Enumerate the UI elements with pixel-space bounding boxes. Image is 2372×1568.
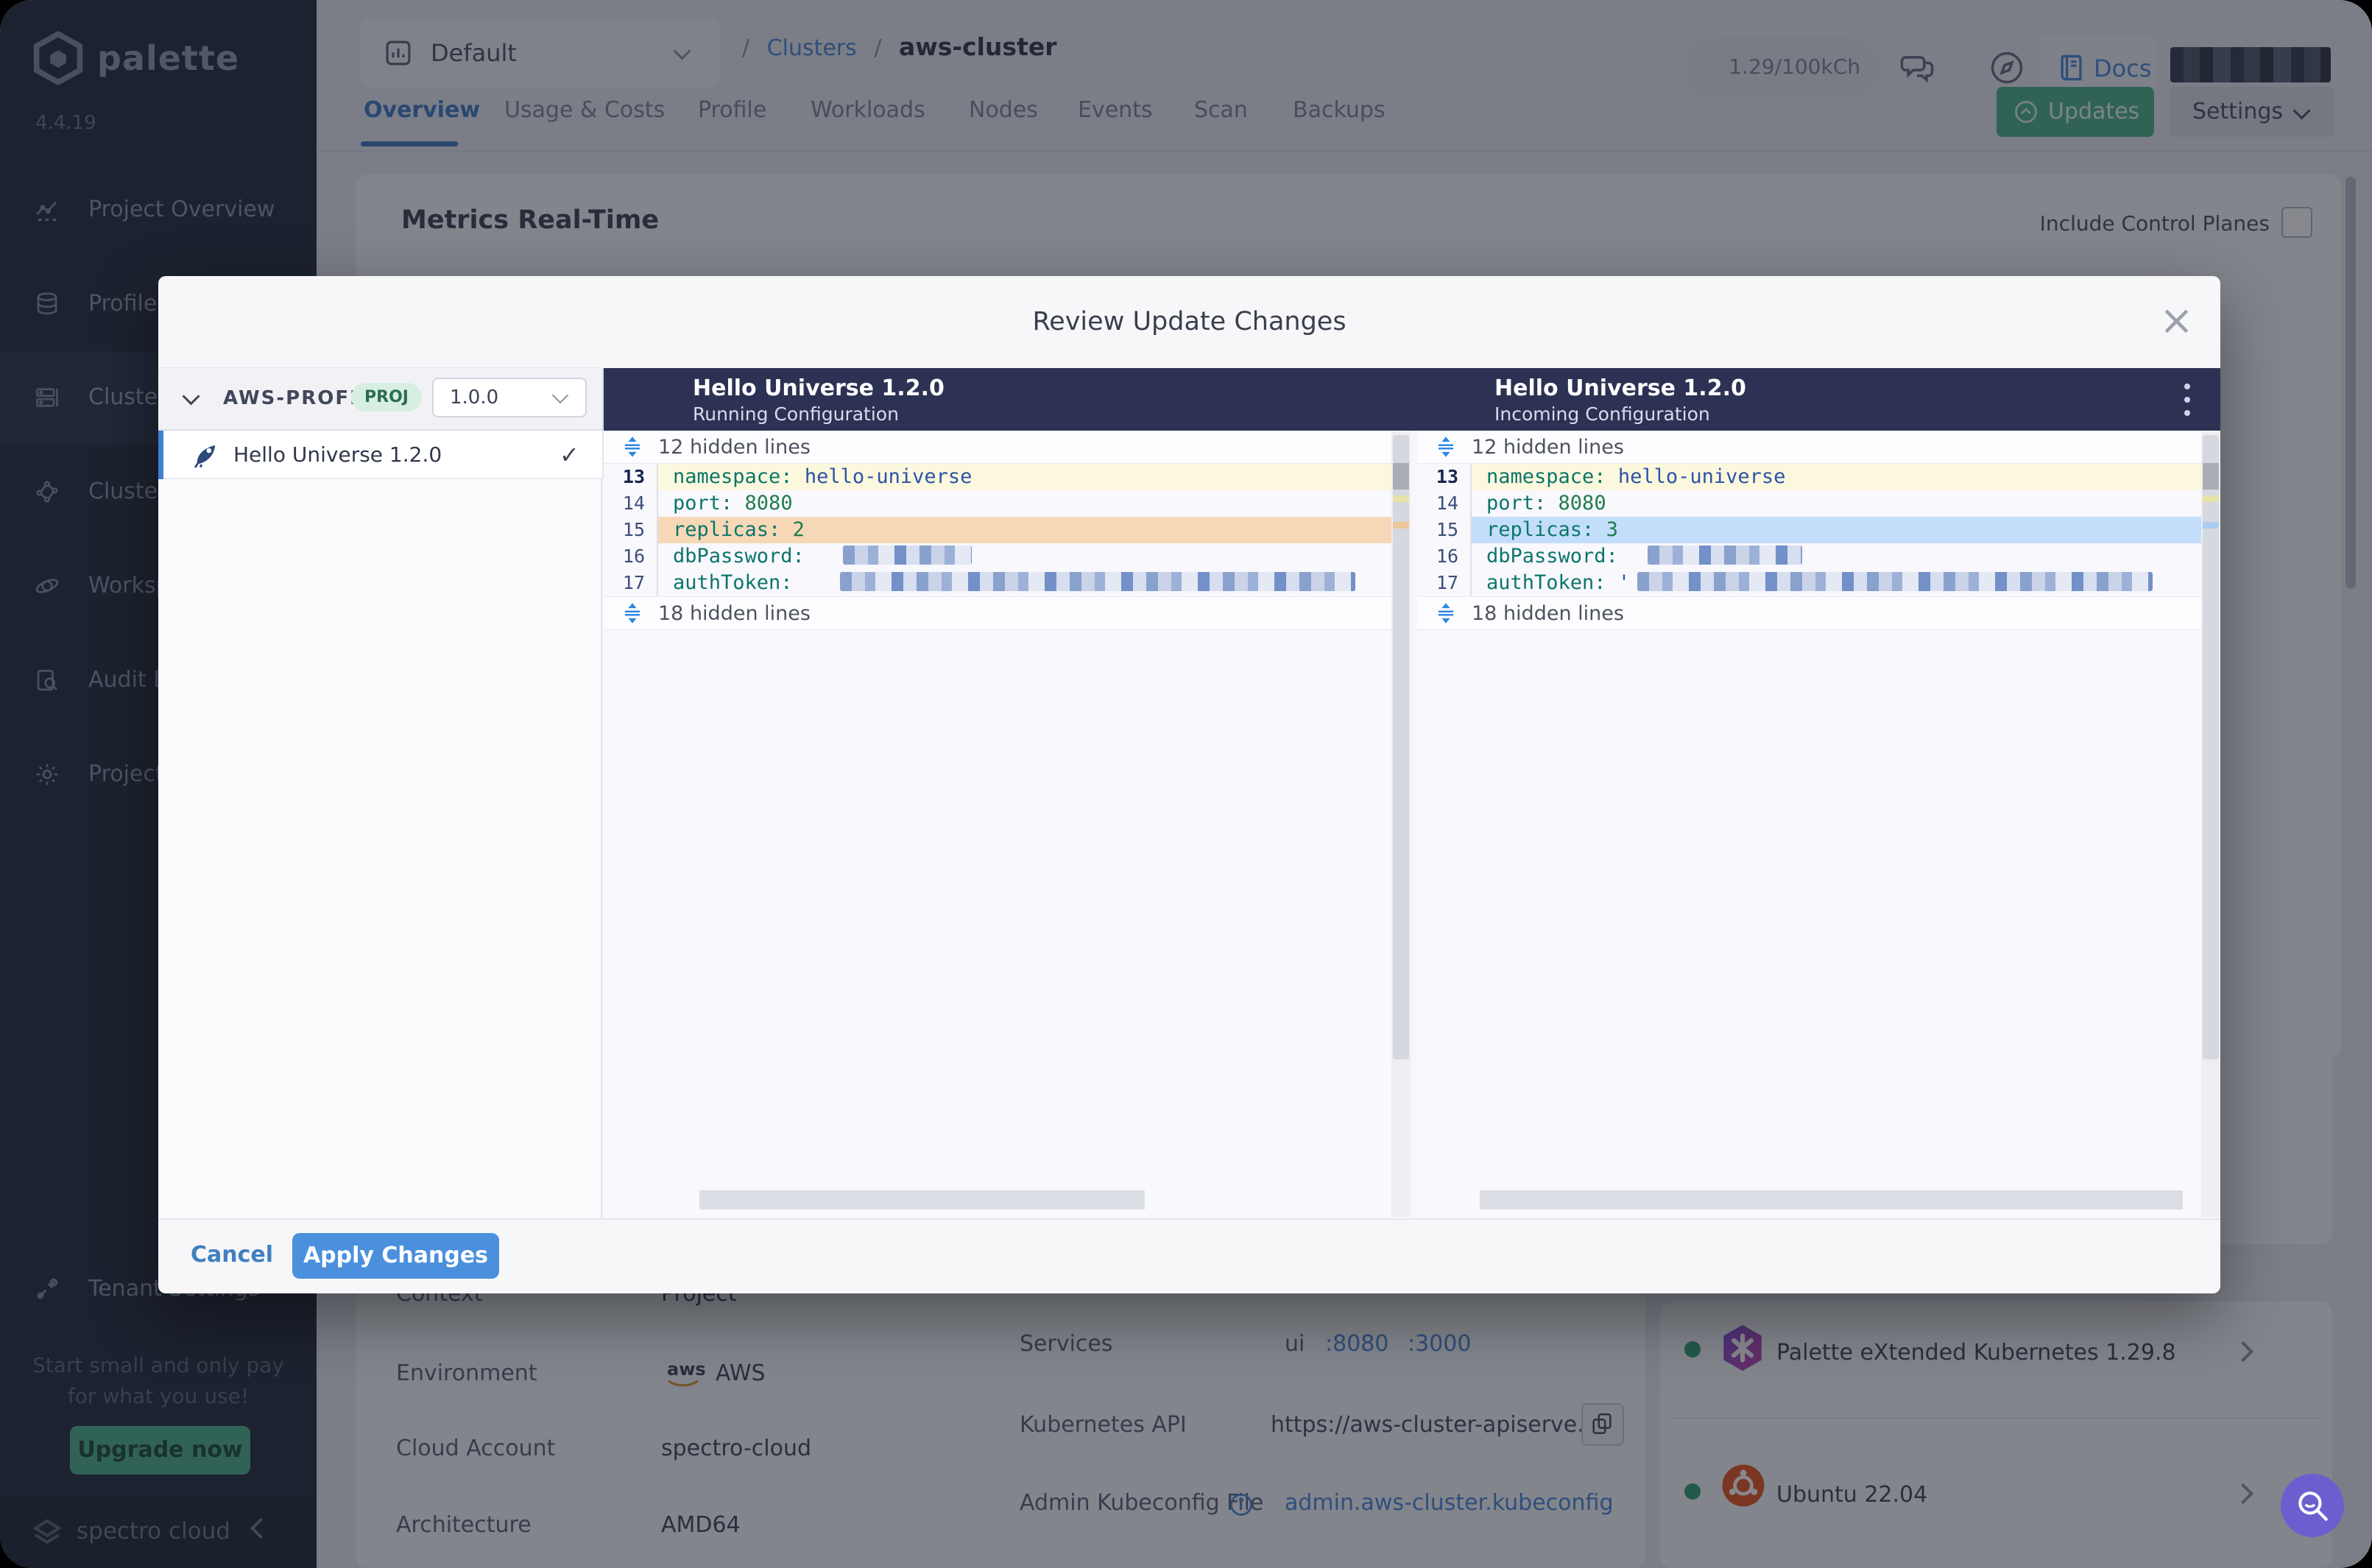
running-panel-title: Hello Universe 1.2.0 (693, 375, 945, 401)
profile-version-select[interactable]: 1.0.0 (432, 378, 587, 417)
code-line-changed: 15 replicas: 3 (1417, 517, 2220, 543)
review-update-changes-modal: Review Update Changes × AWS-PROFILE PROJ… (158, 276, 2220, 1293)
vertical-scrollbar[interactable] (2201, 432, 2220, 1217)
horizontal-scrollbar[interactable] (699, 1190, 1145, 1209)
hidden-lines-top[interactable]: 12 hidden lines (604, 431, 1411, 464)
app-window: palette 4.4.19 Project Overview Profiles… (0, 0, 2372, 1568)
collapse-profile-icon[interactable] (182, 387, 200, 406)
profile-layer-label: Hello Universe 1.2.0 (233, 442, 442, 467)
code-line: 17 authToken: ' (1417, 570, 2220, 596)
redacted-secret (1648, 545, 1803, 565)
check-icon: ✓ (560, 441, 579, 469)
profile-panel-body (158, 479, 602, 1218)
selected-indicator (158, 431, 163, 479)
running-panel-subtitle: Running Configuration (693, 403, 899, 425)
hidden-lines-bottom[interactable]: 18 hidden lines (1417, 596, 2220, 630)
modal-footer: Cancel Apply Changes (158, 1218, 2220, 1293)
screen: palette 4.4.19 Project Overview Profiles… (0, 0, 2372, 1568)
code-line: 16 dbPassword: (1417, 543, 2220, 570)
hidden-lines-top[interactable]: 12 hidden lines (1417, 431, 2220, 464)
rocket-icon (191, 439, 222, 470)
profile-panel-header: AWS-PROFILE PROJ 1.0.0 (158, 368, 604, 431)
code-line-changed: 15 replicas: 2 (604, 517, 1411, 543)
running-config-panel: 12 hidden lines 13 namespace: hello-unive… (604, 431, 1411, 1218)
unfold-icon (1435, 436, 1457, 458)
code-line: 17 authToken: (604, 570, 1411, 596)
code-line: 13 namespace: hello-universe (604, 464, 1411, 490)
search-icon (2298, 1491, 2328, 1521)
diff-headers: Hello Universe 1.2.0 Running Configurati… (604, 368, 2220, 431)
unfold-icon (1435, 602, 1457, 624)
unfold-icon (621, 436, 643, 458)
code-line: 13 namespace: hello-universe (1417, 464, 2220, 490)
incoming-panel-title: Hello Universe 1.2.0 (1494, 375, 1746, 401)
close-icon[interactable]: × (2159, 297, 2194, 345)
code-line: 14 port: 8080 (604, 490, 1411, 517)
redacted-secret (843, 545, 973, 565)
code-line: 16 dbPassword: (604, 543, 1411, 570)
chevron-down-icon (551, 386, 569, 404)
incoming-config-panel: 12 hidden lines 13 namespace: hello-unive… (1417, 431, 2220, 1218)
apply-changes-button[interactable]: Apply Changes (292, 1233, 499, 1279)
profile-layer-item[interactable]: Hello Universe 1.2.0 ✓ (158, 431, 604, 479)
kebab-menu-icon[interactable] (2184, 381, 2191, 418)
modal-title: Review Update Changes (1032, 307, 1346, 336)
redacted-secret (1637, 572, 2153, 591)
redacted-secret (839, 572, 1355, 591)
profile-version-value: 1.0.0 (450, 386, 499, 409)
cancel-button[interactable]: Cancel (188, 1242, 276, 1268)
incoming-panel-subtitle: Incoming Configuration (1494, 403, 1710, 425)
code-line: 14 port: 8080 (1417, 490, 2220, 517)
horizontal-scrollbar[interactable] (1480, 1190, 2183, 1209)
search-assistant-fab[interactable] (2281, 1474, 2344, 1537)
hidden-lines-bottom[interactable]: 18 hidden lines (604, 596, 1411, 630)
profile-scope-badge: PROJ (351, 383, 422, 412)
vertical-scrollbar[interactable] (1391, 432, 1411, 1217)
unfold-icon (621, 602, 643, 624)
